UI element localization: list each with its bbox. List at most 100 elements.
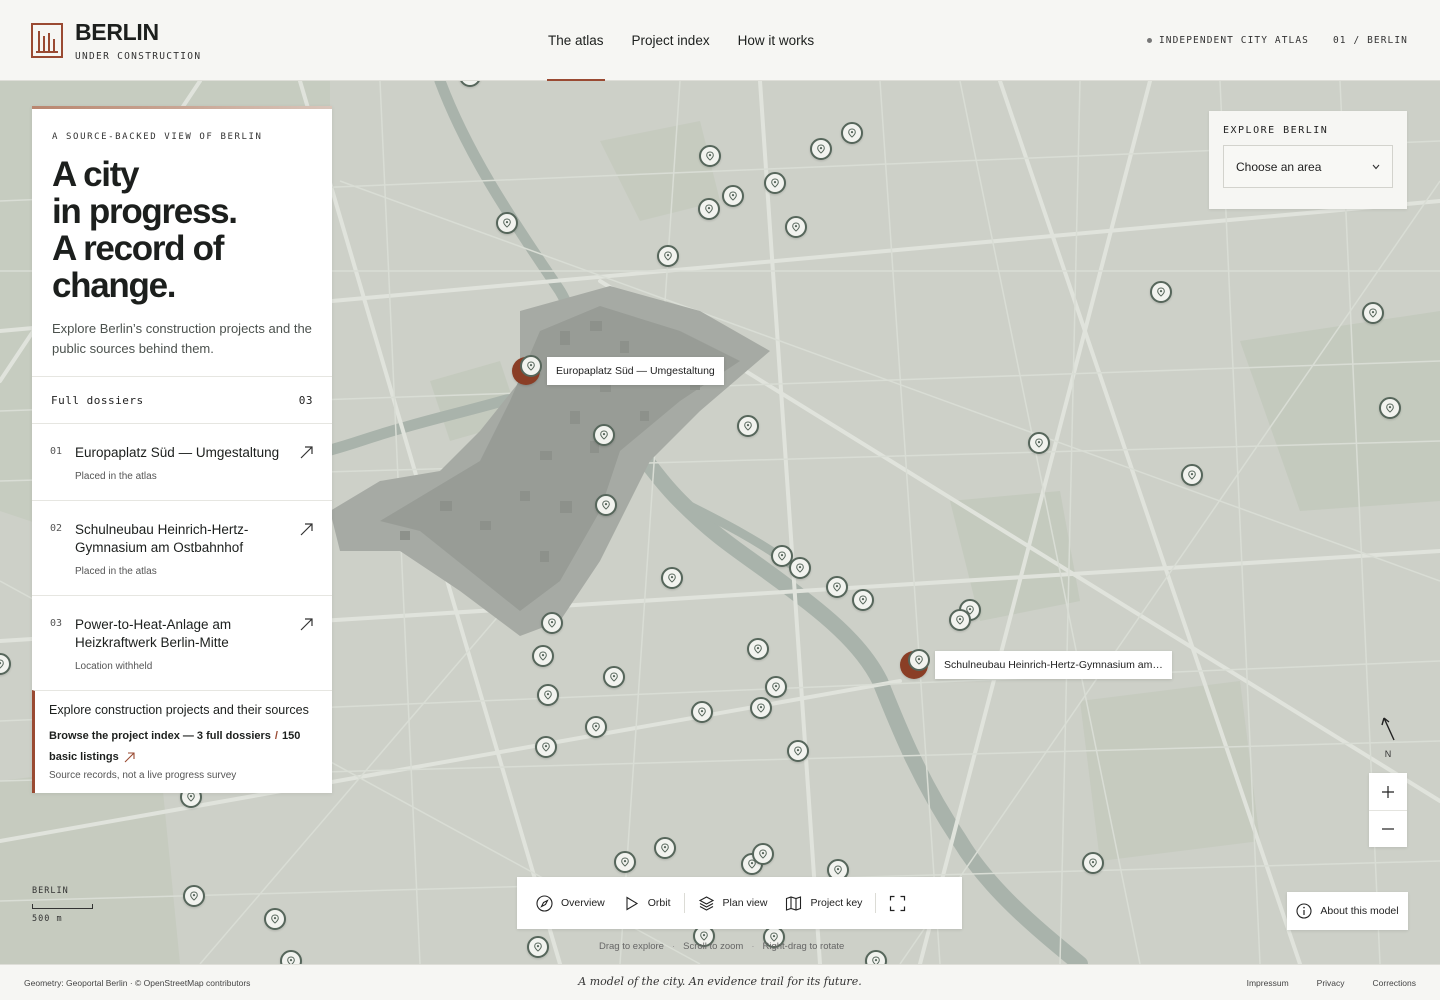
- toolbar-divider: [875, 893, 877, 913]
- project-pin[interactable]: [183, 885, 205, 907]
- project-pin[interactable]: [747, 638, 769, 660]
- north-arrow-icon: [1381, 717, 1395, 741]
- dossier-status: Placed in the atlas: [75, 471, 157, 482]
- overview-button[interactable]: Overview: [527, 877, 614, 929]
- intro-panel: A SOURCE-BACKED VIEW OF BERLIN A city in…: [32, 106, 332, 793]
- main-nav: The atlas Project index How it works: [534, 0, 828, 81]
- project-pin[interactable]: [496, 212, 518, 234]
- project-pin[interactable]: [1150, 281, 1172, 303]
- view-toolbar: Overview Orbit Plan view Project key: [517, 877, 962, 929]
- zoom-in-button[interactable]: [1369, 773, 1407, 810]
- map-label-europaplatz[interactable]: Europaplatz Süd — Umgestaltung: [547, 357, 724, 385]
- project-pin[interactable]: [698, 198, 720, 220]
- project-pin[interactable]: [1082, 852, 1104, 874]
- project-pin[interactable]: [1362, 302, 1384, 324]
- minus-icon: [1382, 828, 1394, 830]
- location-pin-icon: [661, 843, 669, 853]
- project-pin[interactable]: [826, 576, 848, 598]
- nav-the-atlas[interactable]: The atlas: [534, 0, 618, 81]
- dossier-item[interactable]: 01 Europaplatz Süd — Umgestaltung Placed…: [32, 423, 332, 500]
- project-pin[interactable]: [264, 908, 286, 930]
- arrow-up-right-icon[interactable]: [299, 522, 314, 537]
- project-pin[interactable]: [593, 424, 615, 446]
- project-pin[interactable]: [699, 145, 721, 167]
- about-label: About this model: [1320, 905, 1399, 917]
- impressum-link[interactable]: Impressum: [1247, 978, 1289, 988]
- brand-title[interactable]: BERLIN: [75, 19, 159, 46]
- project-pin[interactable]: [852, 589, 874, 611]
- location-pin-icon: [1188, 470, 1196, 480]
- location-pin-icon: [190, 891, 198, 901]
- location-pin-icon: [744, 421, 752, 431]
- project-pin[interactable]: [949, 609, 971, 631]
- project-pin[interactable]: [661, 567, 683, 589]
- project-pin[interactable]: [810, 138, 832, 160]
- project-pin[interactable]: [614, 851, 636, 873]
- location-pin-icon: [548, 618, 556, 628]
- project-pin[interactable]: [1028, 432, 1050, 454]
- featured-pin-heinrich-hertz[interactable]: [900, 649, 930, 679]
- orbit-button[interactable]: Orbit: [614, 877, 680, 929]
- dossier-item[interactable]: 03 Power-to-Heat-Anlage am Heizkraftwerk…: [32, 595, 332, 690]
- project-pin[interactable]: [722, 185, 744, 207]
- nav-project-index[interactable]: Project index: [618, 0, 724, 81]
- location-pin-icon: [729, 191, 737, 201]
- area-select[interactable]: Choose an area: [1223, 145, 1393, 188]
- project-pin[interactable]: [1379, 397, 1401, 419]
- project-pin[interactable]: [541, 612, 563, 634]
- tool-label: Plan view: [722, 897, 768, 909]
- location-pin-icon: [187, 792, 195, 802]
- project-index-cta: Explore construction projects and their …: [32, 690, 332, 793]
- logo-icon[interactable]: [31, 23, 63, 58]
- privacy-link[interactable]: Privacy: [1317, 978, 1345, 988]
- about-model-button[interactable]: About this model: [1287, 892, 1408, 930]
- zoom-out-button[interactable]: [1369, 810, 1407, 847]
- project-pin[interactable]: [691, 701, 713, 723]
- dossier-title[interactable]: Power-to-Heat-Anlage am Heizkraftwerk Be…: [75, 616, 284, 652]
- corrections-link[interactable]: Corrections: [1373, 978, 1416, 988]
- project-pin[interactable]: [537, 684, 559, 706]
- fullscreen-button[interactable]: [880, 877, 915, 929]
- arrow-up-right-icon[interactable]: [299, 617, 314, 632]
- project-pin[interactable]: [764, 172, 786, 194]
- hint-text: Scroll to zoom: [683, 941, 744, 952]
- project-pin[interactable]: [737, 415, 759, 437]
- project-pin[interactable]: [585, 716, 607, 738]
- location-pin-icon: [754, 644, 762, 654]
- project-pin[interactable]: [532, 645, 554, 667]
- dossier-item[interactable]: 02 Schulneubau Heinrich-Hertz-Gymnasium …: [32, 500, 332, 595]
- tool-label: Orbit: [647, 897, 671, 909]
- arrow-up-right-icon: [124, 752, 135, 762]
- location-pin-icon: [600, 430, 608, 440]
- project-pin[interactable]: [750, 697, 772, 719]
- project-key-button[interactable]: Project key: [776, 877, 871, 929]
- location-pin-icon: [915, 655, 923, 665]
- compass[interactable]: N: [1378, 714, 1398, 759]
- project-pin[interactable]: [535, 736, 557, 758]
- project-pin[interactable]: [657, 245, 679, 267]
- arrow-up-right-icon[interactable]: [299, 445, 314, 460]
- dossier-title[interactable]: Schulneubau Heinrich-Hertz-Gymnasium am …: [75, 521, 284, 557]
- project-pin[interactable]: [787, 740, 809, 762]
- map-label-heinrich-hertz[interactable]: Schulneubau Heinrich-Hertz-Gymnasium am…: [935, 651, 1172, 679]
- project-pin[interactable]: [765, 676, 787, 698]
- location-pin-icon: [0, 659, 4, 669]
- dossier-title[interactable]: Europaplatz Süd — Umgestaltung: [75, 444, 284, 462]
- dossiers-label: Full dossiers: [51, 393, 144, 407]
- project-pin[interactable]: [785, 216, 807, 238]
- plan-view-button[interactable]: Plan view: [689, 877, 777, 929]
- project-pin[interactable]: [841, 122, 863, 144]
- project-pin[interactable]: [595, 494, 617, 516]
- featured-pin-europaplatz[interactable]: [512, 355, 542, 385]
- project-pin[interactable]: [654, 837, 676, 859]
- location-pin-icon: [778, 551, 786, 561]
- project-pin[interactable]: [527, 936, 549, 958]
- project-pin[interactable]: [1181, 464, 1203, 486]
- project-pin[interactable]: [752, 843, 774, 865]
- nav-how-it-works[interactable]: How it works: [724, 0, 829, 81]
- location-pin-icon: [1369, 308, 1377, 318]
- browse-project-index-link[interactable]: Browse the project index — 3 full dossie…: [49, 726, 318, 768]
- brand-subtitle: UNDER CONSTRUCTION: [75, 51, 202, 62]
- project-pin[interactable]: [789, 557, 811, 579]
- project-pin[interactable]: [603, 666, 625, 688]
